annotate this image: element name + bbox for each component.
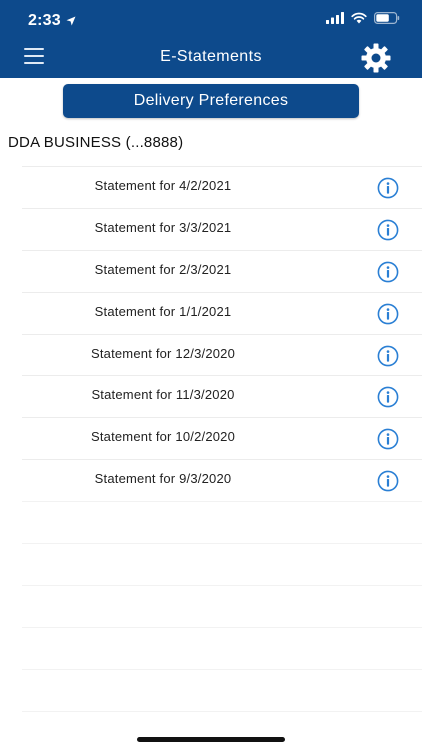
gear-icon[interactable] — [358, 40, 394, 76]
statement-row[interactable]: Statement for 1/1/2021 — [22, 291, 422, 334]
list-divider — [22, 626, 422, 669]
statement-list: Statement for 4/2/2021 Statement for 3/3… — [22, 166, 422, 750]
statement-label[interactable]: Statement for 1/1/2021 — [22, 304, 304, 319]
info-icon[interactable] — [377, 303, 399, 325]
status-time: 2:33 — [28, 12, 76, 30]
statement-row[interactable]: Statement for 9/3/2020 — [22, 459, 422, 501]
statement-label[interactable]: Statement for 12/3/2020 — [22, 346, 304, 361]
statement-row[interactable]: Statement for 3/3/2021 — [22, 207, 422, 250]
delivery-preferences-button[interactable]: Delivery Preferences — [63, 84, 359, 118]
info-icon[interactable] — [377, 386, 399, 408]
statement-row[interactable]: Statement for 10/2/2020 — [22, 417, 422, 459]
info-icon[interactable] — [377, 219, 399, 241]
statement-row[interactable]: Statement for 11/3/2020 — [22, 375, 422, 417]
info-icon[interactable] — [377, 261, 399, 283]
info-icon[interactable] — [377, 428, 399, 450]
statement-row[interactable]: Statement for 12/3/2020 — [22, 333, 422, 376]
info-icon[interactable] — [377, 470, 399, 492]
status-time-text: 2:33 — [28, 12, 61, 29]
account-label: DDA BUSINESS (...8888) — [8, 134, 184, 151]
list-divider — [22, 710, 422, 750]
header: 2:33 E-Statements — [0, 0, 422, 78]
home-indicator[interactable] — [137, 737, 285, 742]
info-icon[interactable] — [377, 345, 399, 367]
statement-label[interactable]: Statement for 3/3/2021 — [22, 220, 304, 235]
statement-label[interactable]: Statement for 9/3/2020 — [22, 471, 304, 486]
status-indicators — [326, 12, 400, 24]
list-divider — [22, 543, 422, 585]
status-bar: 2:33 — [0, 0, 422, 40]
cellular-signal-icon — [326, 12, 344, 24]
statement-label[interactable]: Statement for 4/2/2021 — [22, 178, 304, 193]
info-icon[interactable] — [377, 177, 399, 199]
list-divider — [22, 668, 422, 711]
statement-label[interactable]: Statement for 11/3/2020 — [22, 387, 304, 402]
statement-row[interactable]: Statement for 4/2/2021 — [22, 166, 422, 208]
list-divider — [22, 501, 422, 543]
statement-label[interactable]: Statement for 10/2/2020 — [22, 429, 304, 444]
list-divider — [22, 584, 422, 627]
navigation-bar: E-Statements — [0, 40, 422, 78]
statement-row[interactable]: Statement for 2/3/2021 — [22, 249, 422, 292]
location-arrow-icon — [66, 16, 76, 26]
statement-label[interactable]: Statement for 2/3/2021 — [22, 262, 304, 277]
battery-icon — [374, 12, 400, 24]
wifi-icon — [351, 12, 367, 24]
